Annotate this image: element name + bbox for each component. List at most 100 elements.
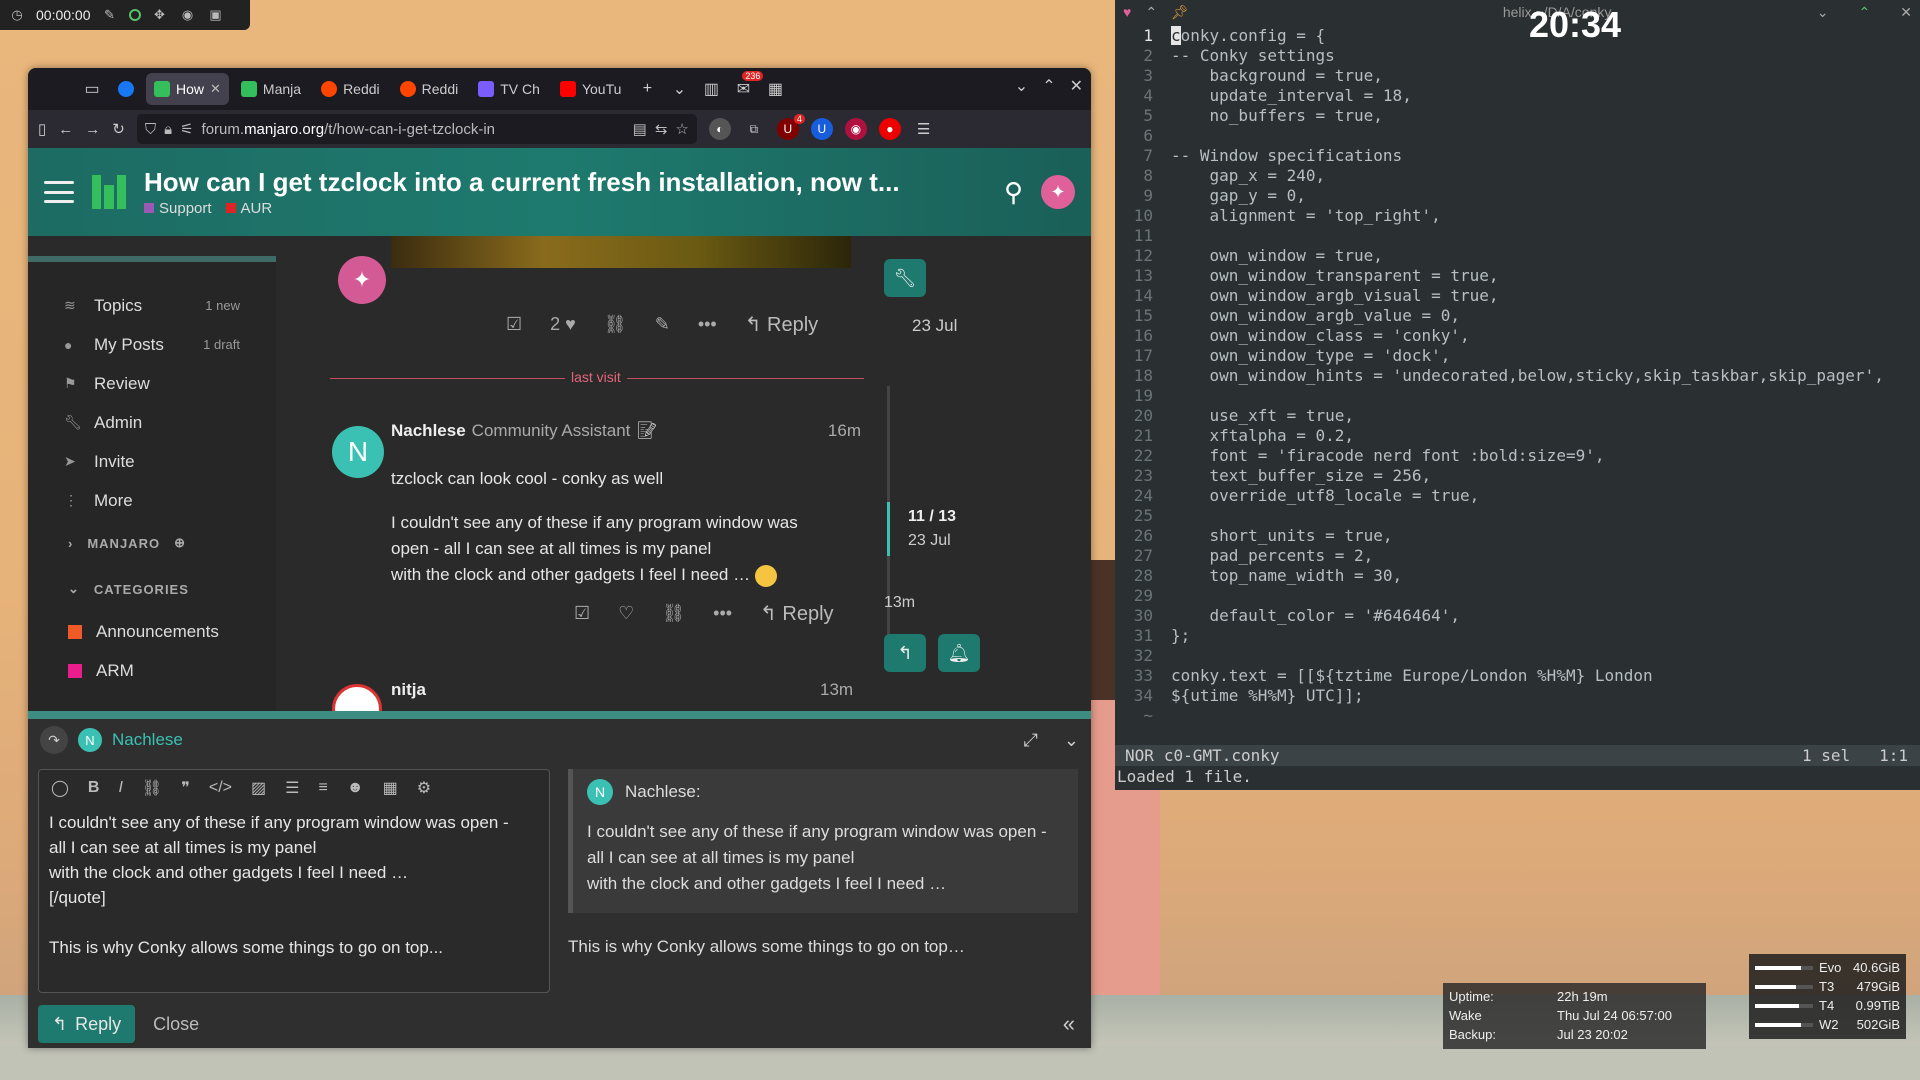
italic-icon[interactable]: I — [118, 779, 122, 797]
code-line[interactable]: 31}; — [1115, 626, 1920, 646]
next-post-username[interactable]: nitja — [391, 680, 426, 700]
move-icon[interactable]: ✥ — [151, 6, 169, 24]
calendar-icon[interactable]: ▦ — [383, 778, 398, 798]
code-line[interactable]: 14 own_window_argb_visual = true, — [1115, 286, 1920, 306]
extension-icon[interactable]: ◐ — [708, 118, 731, 140]
code-line[interactable]: 25 — [1115, 506, 1920, 526]
post-age[interactable]: 16m — [828, 421, 861, 441]
post-author-avatar[interactable]: ✦ — [338, 256, 386, 304]
code-line[interactable]: 6 — [1115, 126, 1920, 146]
sidebar-item-admin[interactable]: 🔧︎ Admin — [28, 403, 276, 442]
record-status-icon[interactable] — [128, 9, 141, 21]
camera-icon[interactable]: ◉ — [179, 6, 197, 24]
code-line[interactable]: 27 pad_percents = 2, — [1115, 546, 1920, 566]
sidebar-item-more[interactable]: ⋮ More — [28, 481, 276, 520]
category-support[interactable]: Support — [144, 200, 212, 217]
code-line[interactable]: 30 default_color = '#646464', — [1115, 606, 1920, 626]
editor-text[interactable]: I couldn't see any of these if any progr… — [39, 806, 549, 964]
chevron-up-icon[interactable]: ⌃ — [1145, 4, 1157, 21]
tab-2[interactable]: Reddi — [313, 73, 388, 105]
like-button[interactable]: 2 ♥ — [550, 314, 576, 335]
chevron-down-icon[interactable]: ⌄ — [1015, 76, 1028, 96]
sidebar-category-announcements[interactable]: Announcements — [28, 612, 276, 651]
code-line[interactable]: 23 text_buffer_size = 256, — [1115, 466, 1920, 486]
mail-icon[interactable]: ✉ 236 — [729, 71, 764, 103]
minimize-icon[interactable]: ⌃ — [1042, 76, 1055, 96]
tab-3[interactable]: Reddi — [392, 73, 467, 105]
code-line[interactable]: 3 background = true, — [1115, 66, 1920, 86]
maximize-icon[interactable]: ⌃ — [1859, 4, 1871, 21]
sidebar-item-my-posts[interactable]: ● My Posts 1 draft — [28, 325, 276, 364]
code-line[interactable]: 9 gap_y = 0, — [1115, 186, 1920, 206]
emoji-icon[interactable]: ☻ — [347, 779, 364, 797]
puzzle-icon[interactable]: ⧉ — [743, 118, 765, 140]
speech-bubble-icon[interactable]: ◯ — [51, 778, 69, 798]
more-icon[interactable]: ••• — [698, 314, 717, 335]
code-line[interactable]: 8 gap_x = 240, — [1115, 166, 1920, 186]
checkbox-icon[interactable]: ☑ — [574, 603, 590, 624]
timeline-handle[interactable] — [887, 502, 890, 556]
code-line[interactable]: 11 — [1115, 226, 1920, 246]
code-line[interactable]: 24 override_utf8_locale = true, — [1115, 486, 1920, 506]
fullscreen-icon[interactable]: ⤢ — [1024, 730, 1038, 751]
code-line[interactable]: 7 -- Window specifications — [1115, 146, 1920, 166]
link-icon[interactable]: ⛓ — [604, 314, 627, 335]
permissions-icon[interactable]: ⚟ — [180, 120, 193, 138]
code-line[interactable]: 20 use_xft = true, — [1115, 406, 1920, 426]
reply-arrow-icon[interactable]: ↷ — [40, 726, 68, 754]
lock-icon[interactable]: 🔒︎ — [164, 121, 172, 138]
more-icon[interactable]: ••• — [713, 603, 732, 624]
code-line[interactable]: 22 font = 'firacode nerd font :bold:size… — [1115, 446, 1920, 466]
settings-icon[interactable]: ▣ — [207, 6, 225, 24]
code-line[interactable]: 19 — [1115, 386, 1920, 406]
editor-buffer[interactable]: 1 conky.config = {2 -- Conky settings 3 bac… — [1115, 26, 1920, 726]
search-icon[interactable]: ⚲ — [1004, 177, 1023, 208]
sidebar-item-review[interactable]: ⚑ Review — [28, 364, 276, 403]
notification-bell-button[interactable]: 🔔︎ — [938, 634, 980, 672]
code-line[interactable]: 5 no_buffers = true, — [1115, 106, 1920, 126]
pin-icon[interactable]: 📌︎ — [1171, 4, 1189, 21]
timeline-reply-button[interactable]: ↰ — [884, 634, 926, 672]
tab-0[interactable]: How ✕ — [146, 73, 229, 105]
containers-icon[interactable]: ▥ — [697, 75, 725, 103]
code-line[interactable]: 34 ${utime %H%M} UTC]]; — [1115, 686, 1920, 706]
code-line[interactable]: 29 — [1115, 586, 1920, 606]
category-aur[interactable]: AUR — [225, 200, 272, 217]
close-tab-icon[interactable]: ✕ — [210, 81, 221, 97]
bold-icon[interactable]: B — [88, 779, 100, 797]
reload-icon[interactable]: ↻ — [112, 120, 125, 138]
bookmark-star-icon[interactable]: ☆ — [675, 120, 688, 138]
pocket-icon[interactable]: ◉ — [844, 118, 867, 140]
code-line[interactable]: 33 conky.text = [[${tztime Europe/London … — [1115, 666, 1920, 686]
timeline-recent[interactable]: 13m — [884, 594, 915, 612]
sidebar-section-categories[interactable]: ⌄ CATEGORIES — [28, 566, 276, 612]
quote-icon[interactable]: ❞ — [181, 778, 190, 798]
code-line[interactable]: 21 xftalpha = 0.2, — [1115, 426, 1920, 446]
menu-icon[interactable]: ☰ — [917, 120, 930, 138]
tab-5[interactable]: YouTu — [552, 73, 629, 105]
code-line[interactable]: 28 top_name_width = 30, — [1115, 566, 1920, 586]
sidebar-category-arm[interactable]: ARM — [28, 651, 276, 690]
code-icon[interactable]: </> — [209, 779, 232, 797]
tab-facebook[interactable] — [110, 73, 142, 105]
shield-icon[interactable]: ⛉ — [145, 121, 156, 138]
edit-icon[interactable]: ✎ — [655, 314, 670, 335]
forward-icon[interactable]: → — [85, 121, 100, 138]
next-post-age[interactable]: 13m — [820, 680, 853, 700]
reply-to-user[interactable]: Nachlese — [112, 730, 183, 750]
close-composer-button[interactable]: Close — [153, 1014, 199, 1035]
record-icon[interactable]: ● — [878, 118, 901, 140]
ublock-icon[interactable]: U4 — [776, 114, 805, 140]
submit-reply-button[interactable]: ↰ Reply — [38, 1005, 136, 1043]
chevron-down-icon[interactable]: ⌄ — [1817, 4, 1829, 21]
reply-button[interactable]: ↰ Reply — [760, 601, 833, 626]
reply-button[interactable]: ↰ Reply — [745, 312, 818, 337]
tab-4[interactable]: TV Ch — [470, 73, 548, 105]
admin-wrench-button[interactable]: 🔧︎ — [884, 259, 926, 297]
code-line[interactable]: 2 -- Conky settings — [1115, 46, 1920, 66]
minimize-composer-icon[interactable]: ⌄ — [1064, 730, 1079, 751]
tab-1[interactable]: Manja — [233, 73, 309, 105]
code-line[interactable]: 18 own_window_hints = 'undecorated,below… — [1115, 366, 1920, 386]
code-line[interactable]: 4 update_interval = 18, — [1115, 86, 1920, 106]
nachlese-avatar[interactable]: N — [332, 426, 384, 478]
